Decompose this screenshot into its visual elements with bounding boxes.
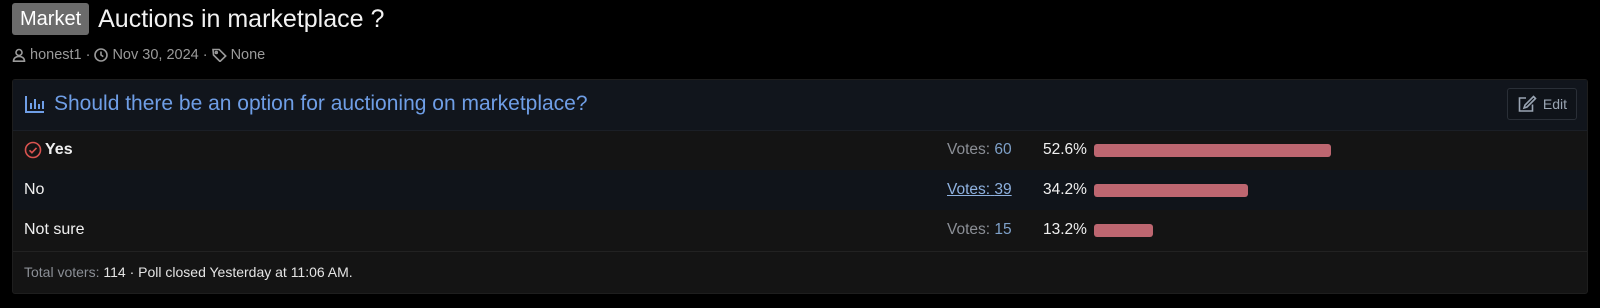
check-circle-icon xyxy=(24,141,42,159)
poll-option-label: Not sure xyxy=(24,221,84,239)
poll-option-row: No Votes: 39 34.2% xyxy=(13,170,1587,210)
meta-separator: · xyxy=(85,47,91,63)
meta-separator: · xyxy=(202,47,208,63)
vote-count: Votes: 15 xyxy=(947,221,1012,239)
clock-icon xyxy=(94,48,109,62)
vote-percentage: 52.6% xyxy=(1043,141,1087,158)
thread-meta: honest1 · Nov 30, 2024 · None xyxy=(12,47,265,63)
tags-meta: None xyxy=(211,47,266,63)
option-text: Yes xyxy=(45,141,73,158)
votes-number: 60 xyxy=(994,141,1012,158)
votes-label: Votes: xyxy=(947,221,991,238)
vote-percentage: 13.2% xyxy=(1043,221,1087,238)
poll-option-label: Yes xyxy=(24,141,73,159)
vote-count: Votes: 60 xyxy=(947,141,1012,159)
vote-count-link[interactable]: Votes: 39 xyxy=(947,181,1012,199)
edit-label: Edit xyxy=(1542,96,1567,112)
total-voters-label: Total voters: xyxy=(24,264,100,280)
poll-header: Should there be an option for auctioning… xyxy=(13,80,1587,131)
thread-title-row: Market Auctions in marketplace ? xyxy=(12,2,384,36)
votes-label: Votes: xyxy=(947,141,991,158)
vote-bar xyxy=(1094,224,1153,237)
vote-bar xyxy=(1094,184,1248,197)
tags-value: None xyxy=(230,47,266,63)
poll-option-row: Not sure Votes: 15 13.2% xyxy=(13,210,1587,250)
poll-option-row: Yes Votes: 60 52.6% xyxy=(13,130,1587,170)
bar-chart-icon xyxy=(25,96,44,113)
page-title: Auctions in marketplace ? xyxy=(98,4,385,33)
poll-closed-text: · Poll closed Yesterday at 11:06 AM. xyxy=(129,264,353,280)
poll-block: Should there be an option for auctioning… xyxy=(12,79,1588,294)
votes-label[interactable]: Votes: xyxy=(947,181,990,198)
prefix-badge[interactable]: Market xyxy=(12,3,90,35)
poll-summary: Total voters: 114 · Poll closed Yesterda… xyxy=(24,264,353,280)
poll-question: Should there be an option for auctioning… xyxy=(54,92,588,115)
poll-option-label: No xyxy=(24,181,44,199)
tag-icon xyxy=(211,48,227,62)
post-date[interactable]: Nov 30, 2024 xyxy=(112,47,198,63)
total-voters-value: 114 xyxy=(103,264,126,280)
votes-number[interactable]: 39 xyxy=(994,181,1011,198)
user-icon xyxy=(12,48,26,62)
vote-bar xyxy=(1094,144,1331,157)
author-meta[interactable]: honest1 xyxy=(12,47,82,63)
date-meta[interactable]: Nov 30, 2024 xyxy=(94,47,199,63)
votes-number: 15 xyxy=(994,221,1012,238)
poll-title: Should there be an option for auctioning… xyxy=(24,92,588,116)
edit-poll-button[interactable]: Edit xyxy=(1506,88,1577,120)
option-text: No xyxy=(24,181,45,198)
option-text: Not sure xyxy=(24,221,85,238)
edit-icon xyxy=(1518,95,1537,112)
author-name[interactable]: honest1 xyxy=(30,47,82,63)
poll-footer: Total voters: 114 · Poll closed Yesterda… xyxy=(13,251,1587,292)
vote-percentage: 34.2% xyxy=(1043,181,1087,198)
